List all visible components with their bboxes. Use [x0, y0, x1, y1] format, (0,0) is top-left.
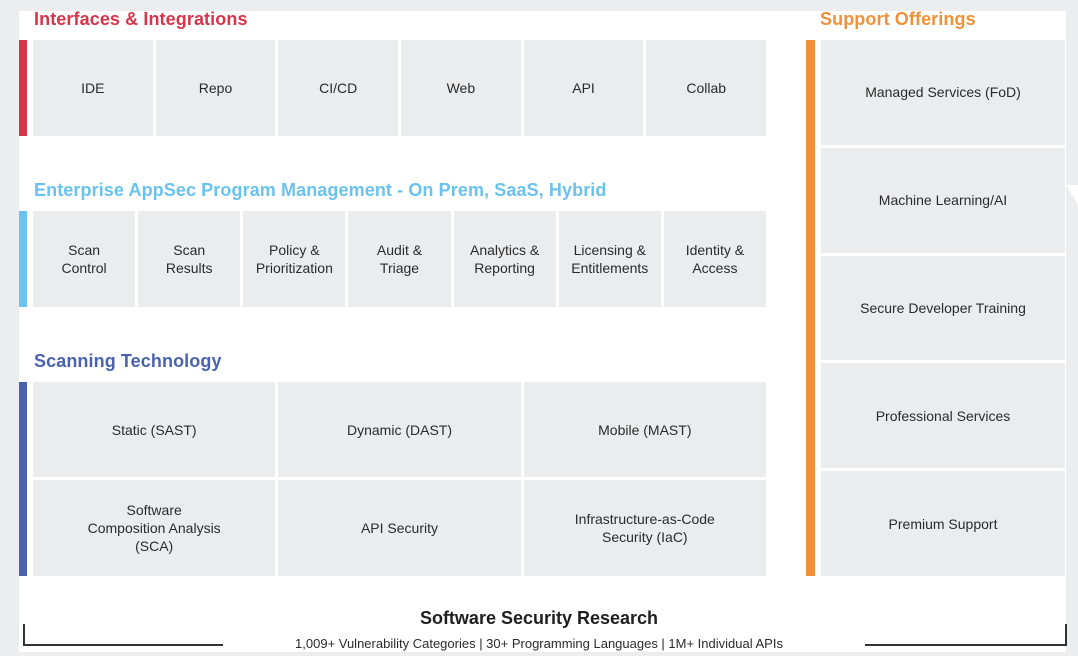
support-column: Managed Services (FoD) Machine Learning/…	[821, 40, 1065, 576]
support-section-title: Support Offerings	[820, 9, 976, 29]
support-cell-developer-training: Secure Developer Training	[821, 255, 1065, 361]
support-cell-managed-services: Managed Services (FoD)	[821, 40, 1065, 145]
enterprise-accent-bar	[19, 211, 27, 307]
interface-cell-api: API	[523, 40, 644, 136]
support-cell-premium-support: Premium Support	[821, 471, 1065, 576]
support-cell-professional-services: Professional Services	[821, 363, 1065, 469]
scanning-cell-sast: Static (SAST)	[33, 382, 276, 477]
enterprise-cell-licensing: Licensing & Entitlements	[558, 211, 661, 307]
interfaces-section-title: Interfaces & Integrations	[34, 9, 248, 29]
interface-cell-repo: Repo	[155, 40, 276, 136]
scanning-row-2: Software Composition Analysis (SCA) API …	[33, 480, 766, 576]
interface-cell-cicd: CI/CD	[278, 40, 399, 136]
support-accent-bar	[806, 40, 815, 576]
interfaces-row: IDE Repo CI/CD Web API Collab	[33, 40, 767, 136]
enterprise-cell-scan-control: Scan Control	[33, 211, 136, 307]
decorative-right-band	[1066, 185, 1078, 656]
enterprise-row: Scan Control Scan Results Policy & Prior…	[33, 211, 766, 307]
scanning-row-1: Static (SAST) Dynamic (DAST) Mobile (MAS…	[33, 382, 766, 477]
scanning-accent-bar	[19, 382, 27, 576]
interface-cell-ide: IDE	[33, 40, 153, 136]
scanning-cell-sca: Software Composition Analysis (SCA)	[33, 480, 276, 576]
enterprise-cell-analytics: Analytics & Reporting	[453, 211, 556, 307]
support-cell-machine-learning: Machine Learning/AI	[821, 147, 1065, 253]
interfaces-accent-bar	[19, 40, 27, 136]
enterprise-cell-scan-results: Scan Results	[138, 211, 241, 307]
interface-cell-web: Web	[401, 40, 521, 136]
scanning-cell-api-security: API Security	[278, 480, 521, 576]
enterprise-section-title: Enterprise AppSec Program Management - O…	[34, 180, 607, 200]
footer-subtitle: 1,009+ Vulnerability Categories | 30+ Pr…	[295, 636, 783, 651]
enterprise-cell-audit: Audit & Triage	[348, 211, 451, 307]
scanning-cell-iac: Infrastructure-as-Code Security (IaC)	[523, 480, 766, 576]
interface-cell-collab: Collab	[646, 40, 767, 136]
scanning-cell-mast: Mobile (MAST)	[523, 382, 766, 477]
scanning-cell-dast: Dynamic (DAST)	[278, 382, 521, 477]
enterprise-cell-identity: Identity & Access	[663, 211, 766, 307]
scanning-section-title: Scanning Technology	[34, 351, 222, 371]
enterprise-cell-policy: Policy & Prioritization	[243, 211, 346, 307]
